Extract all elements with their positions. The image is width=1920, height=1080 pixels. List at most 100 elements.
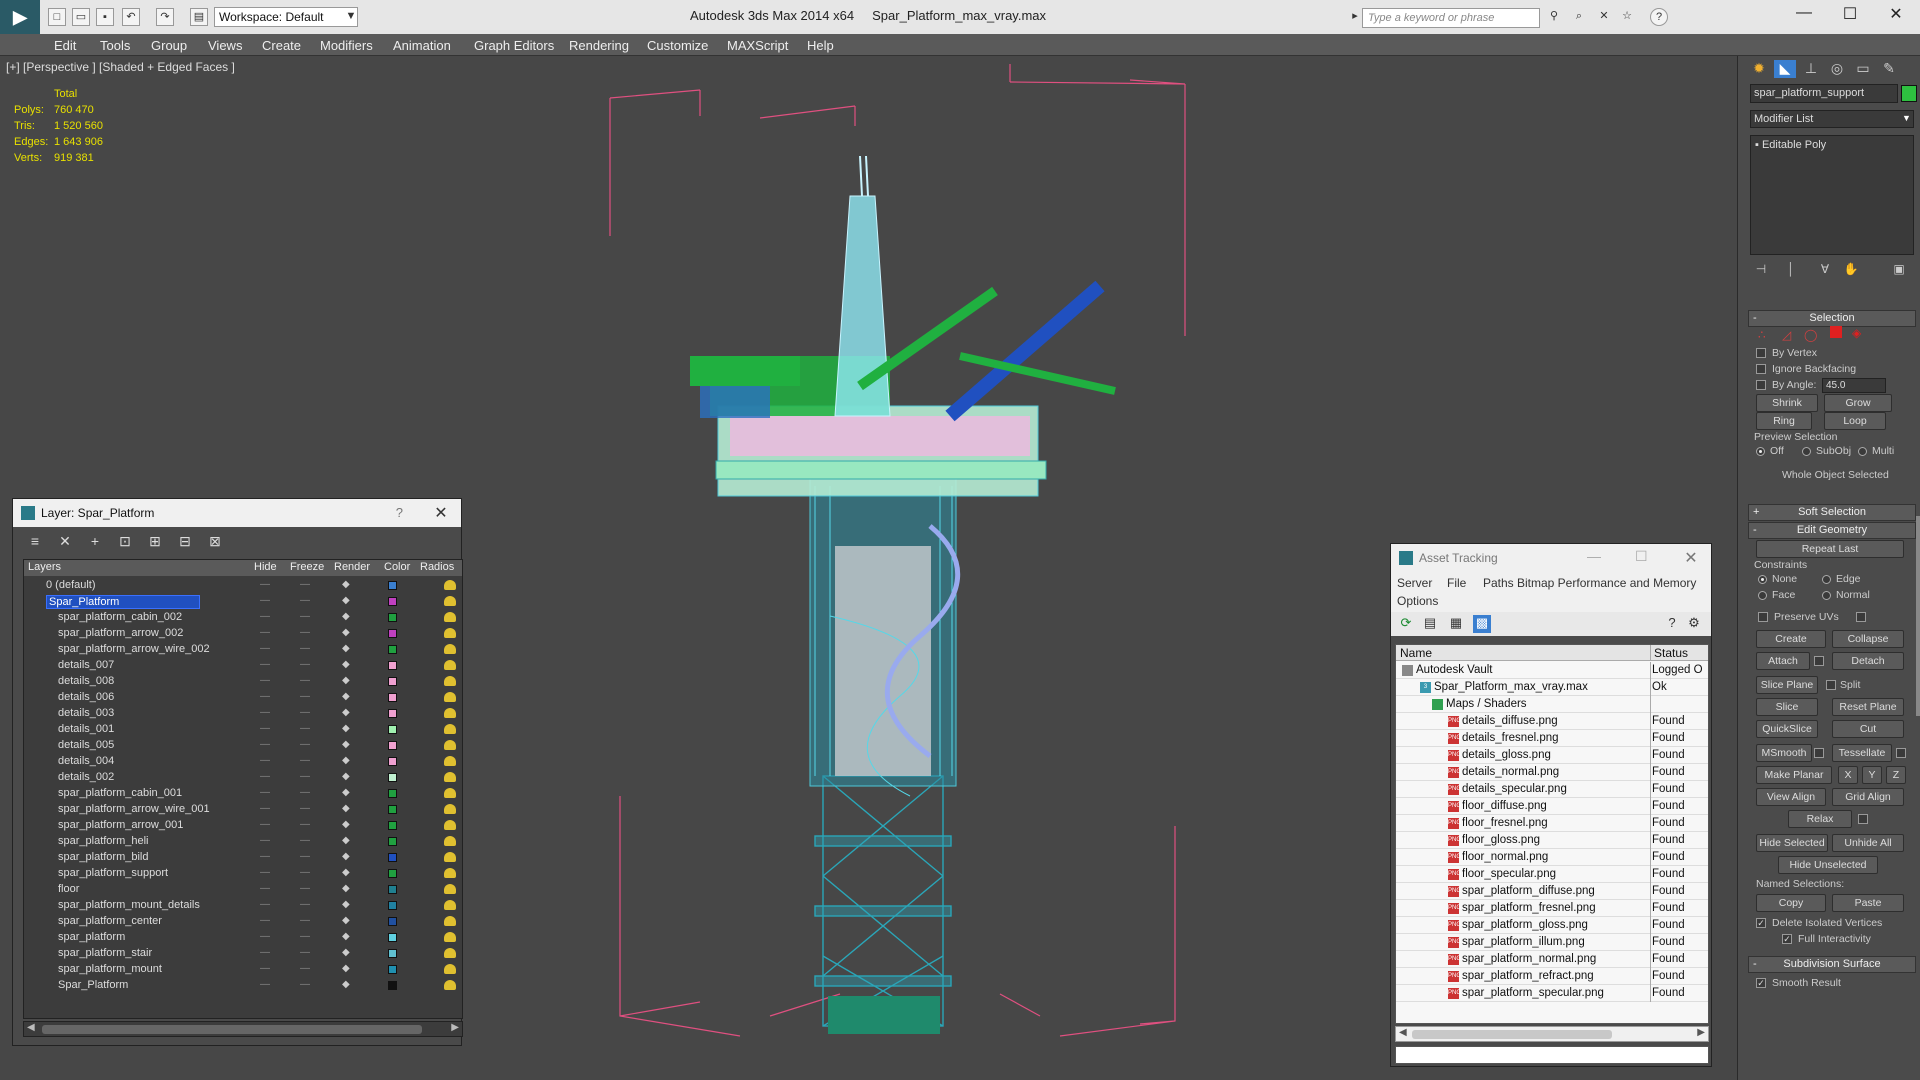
layers-icon[interactable]: ≡: [23, 533, 47, 553]
asset-name[interactable]: floor_gloss.png: [1462, 834, 1540, 846]
radiosity-icon[interactable]: [444, 932, 456, 942]
chevron-down-icon[interactable]: ▼: [342, 8, 360, 26]
column-freeze[interactable]: Freeze: [290, 561, 324, 573]
grow-button[interactable]: Grow: [1824, 394, 1892, 412]
layer-color-swatch[interactable]: [388, 837, 397, 846]
layer-row[interactable]: details_003 — — ◆: [24, 706, 462, 722]
asset-row[interactable]: PNG spar_platform_refract.png Found: [1396, 968, 1708, 985]
menu-modifiers[interactable]: Modifiers: [320, 38, 373, 53]
layer-hide-toggle[interactable]: —: [260, 627, 270, 638]
column-radios[interactable]: Radios: [420, 561, 454, 573]
radiosity-icon[interactable]: [444, 836, 456, 846]
asset-name[interactable]: floor_fresnel.png: [1462, 817, 1548, 829]
close-icon[interactable]: ✕: [1681, 548, 1701, 568]
asset-row[interactable]: PNG floor_diffuse.png Found: [1396, 798, 1708, 815]
undo-icon[interactable]: ↶: [122, 8, 140, 26]
layer-freeze-toggle[interactable]: —: [300, 739, 310, 750]
radiosity-icon[interactable]: [444, 692, 456, 702]
render-teapot-icon[interactable]: ◆: [342, 595, 350, 606]
radiosity-icon[interactable]: [444, 660, 456, 670]
asset-name[interactable]: details_gloss.png: [1462, 749, 1551, 761]
layer-row[interactable]: spar_platform_arrow_002 — — ◆: [24, 626, 462, 642]
asset-row[interactable]: PNG details_diffuse.png Found: [1396, 713, 1708, 730]
scroll-right-icon[interactable]: ▶: [1697, 1027, 1705, 1038]
asset-name[interactable]: spar_platform_refract.png: [1462, 970, 1594, 982]
menu-graph-editors[interactable]: Graph Editors: [474, 38, 554, 53]
layer-row[interactable]: details_007 — — ◆: [24, 658, 462, 674]
render-teapot-icon[interactable]: ◆: [342, 643, 350, 654]
asset-name[interactable]: details_specular.png: [1462, 783, 1567, 795]
asset-name[interactable]: Maps / Shaders: [1446, 698, 1527, 710]
layer-name[interactable]: details_002: [58, 771, 114, 783]
polygon-mode-icon[interactable]: [1830, 326, 1842, 338]
scroll-right-icon[interactable]: ▶: [451, 1022, 459, 1033]
radiosity-icon[interactable]: [444, 756, 456, 766]
relax-button[interactable]: Relax: [1788, 810, 1852, 828]
layer-name[interactable]: spar_platform_mount: [58, 963, 162, 975]
render-teapot-icon[interactable]: ◆: [342, 803, 350, 814]
render-teapot-icon[interactable]: ◆: [342, 691, 350, 702]
redo-icon[interactable]: ↷: [156, 8, 174, 26]
layer-panel-title-bar[interactable]: Layer: Spar_Platform: [13, 499, 461, 527]
layer-hide-toggle[interactable]: —: [260, 915, 270, 926]
smooth-result-checkbox[interactable]: ✓: [1756, 978, 1766, 988]
asset-name[interactable]: spar_platform_fresnel.png: [1462, 902, 1596, 914]
layer-color-swatch[interactable]: [388, 917, 397, 926]
radiosity-icon[interactable]: [444, 884, 456, 894]
layer-row[interactable]: spar_platform_bild — — ◆: [24, 850, 462, 866]
attach-list-icon[interactable]: [1814, 656, 1824, 666]
radiosity-icon[interactable]: [444, 980, 456, 990]
layer-hide-toggle[interactable]: —: [260, 723, 270, 734]
layer-row[interactable]: spar_platform_mount_details — — ◆: [24, 898, 462, 914]
asset-menu-file[interactable]: File: [1447, 576, 1466, 590]
radiosity-icon[interactable]: [444, 868, 456, 878]
add-layer-icon[interactable]: +: [83, 533, 107, 553]
element-mode-icon[interactable]: ◈: [1852, 326, 1861, 340]
reset-plane-button[interactable]: Reset Plane: [1832, 698, 1904, 716]
relax-settings-icon[interactable]: [1858, 814, 1868, 824]
render-teapot-icon[interactable]: ◆: [342, 883, 350, 894]
chevron-down-icon[interactable]: ▼: [1902, 113, 1911, 123]
column-hide[interactable]: Hide: [254, 561, 277, 573]
layer-hide-toggle[interactable]: —: [260, 771, 270, 782]
layer-name[interactable]: details_004: [58, 755, 114, 767]
layer-hide-toggle[interactable]: —: [260, 611, 270, 622]
view-align-button[interactable]: View Align: [1756, 788, 1826, 806]
layer-color-swatch[interactable]: [388, 741, 397, 750]
layer-name[interactable]: spar_platform_stair: [58, 947, 152, 959]
shrink-button[interactable]: Shrink: [1756, 394, 1818, 412]
layer-row[interactable]: spar_platform_stair — — ◆: [24, 946, 462, 962]
attach-button[interactable]: Attach: [1756, 652, 1810, 670]
layer-color-swatch[interactable]: [388, 949, 397, 958]
slice-button[interactable]: Slice: [1756, 698, 1818, 716]
layer-name[interactable]: spar_platform_heli: [58, 835, 149, 847]
layer-row[interactable]: spar_platform_center — — ◆: [24, 914, 462, 930]
layer-name[interactable]: spar_platform_cabin_002: [58, 611, 182, 623]
render-teapot-icon[interactable]: ◆: [342, 739, 350, 750]
layer-hide-toggle[interactable]: —: [260, 803, 270, 814]
layer-color-swatch[interactable]: [388, 597, 397, 606]
layer-freeze-toggle[interactable]: —: [300, 851, 310, 862]
freeze-all-icon[interactable]: ⊠: [203, 533, 227, 553]
render-teapot-icon[interactable]: ◆: [342, 867, 350, 878]
radiosity-icon[interactable]: [444, 820, 456, 830]
layer-freeze-toggle[interactable]: —: [300, 579, 310, 590]
display-tab-icon[interactable]: ▭: [1852, 60, 1874, 78]
asset-list[interactable]: Name Status Autodesk Vault Logged O 3 Spar_…: [1395, 644, 1709, 1024]
object-name-field[interactable]: spar_platform_support: [1750, 84, 1898, 103]
preserve-uvs-checkbox[interactable]: [1758, 612, 1768, 622]
radiosity-icon[interactable]: [444, 628, 456, 638]
asset-row[interactable]: PNG details_fresnel.png Found: [1396, 730, 1708, 747]
create-button[interactable]: Create: [1756, 630, 1826, 648]
layer-row[interactable]: spar_platform_arrow_wire_002 — — ◆: [24, 642, 462, 658]
layer-freeze-toggle[interactable]: —: [300, 675, 310, 686]
layer-color-swatch[interactable]: [388, 757, 397, 766]
layer-color-swatch[interactable]: [388, 965, 397, 974]
layer-list[interactable]: Layers Hide Freeze Render Color Radios 0…: [23, 559, 463, 1019]
layer-row[interactable]: details_002 — — ◆: [24, 770, 462, 786]
asset-menu-paths[interactable]: Paths: [1483, 576, 1514, 590]
layer-freeze-toggle[interactable]: —: [300, 643, 310, 654]
layer-freeze-toggle[interactable]: —: [300, 819, 310, 830]
layer-row[interactable]: spar_platform_heli — — ◆: [24, 834, 462, 850]
layer-name[interactable]: spar_platform_arrow_001: [58, 819, 183, 831]
